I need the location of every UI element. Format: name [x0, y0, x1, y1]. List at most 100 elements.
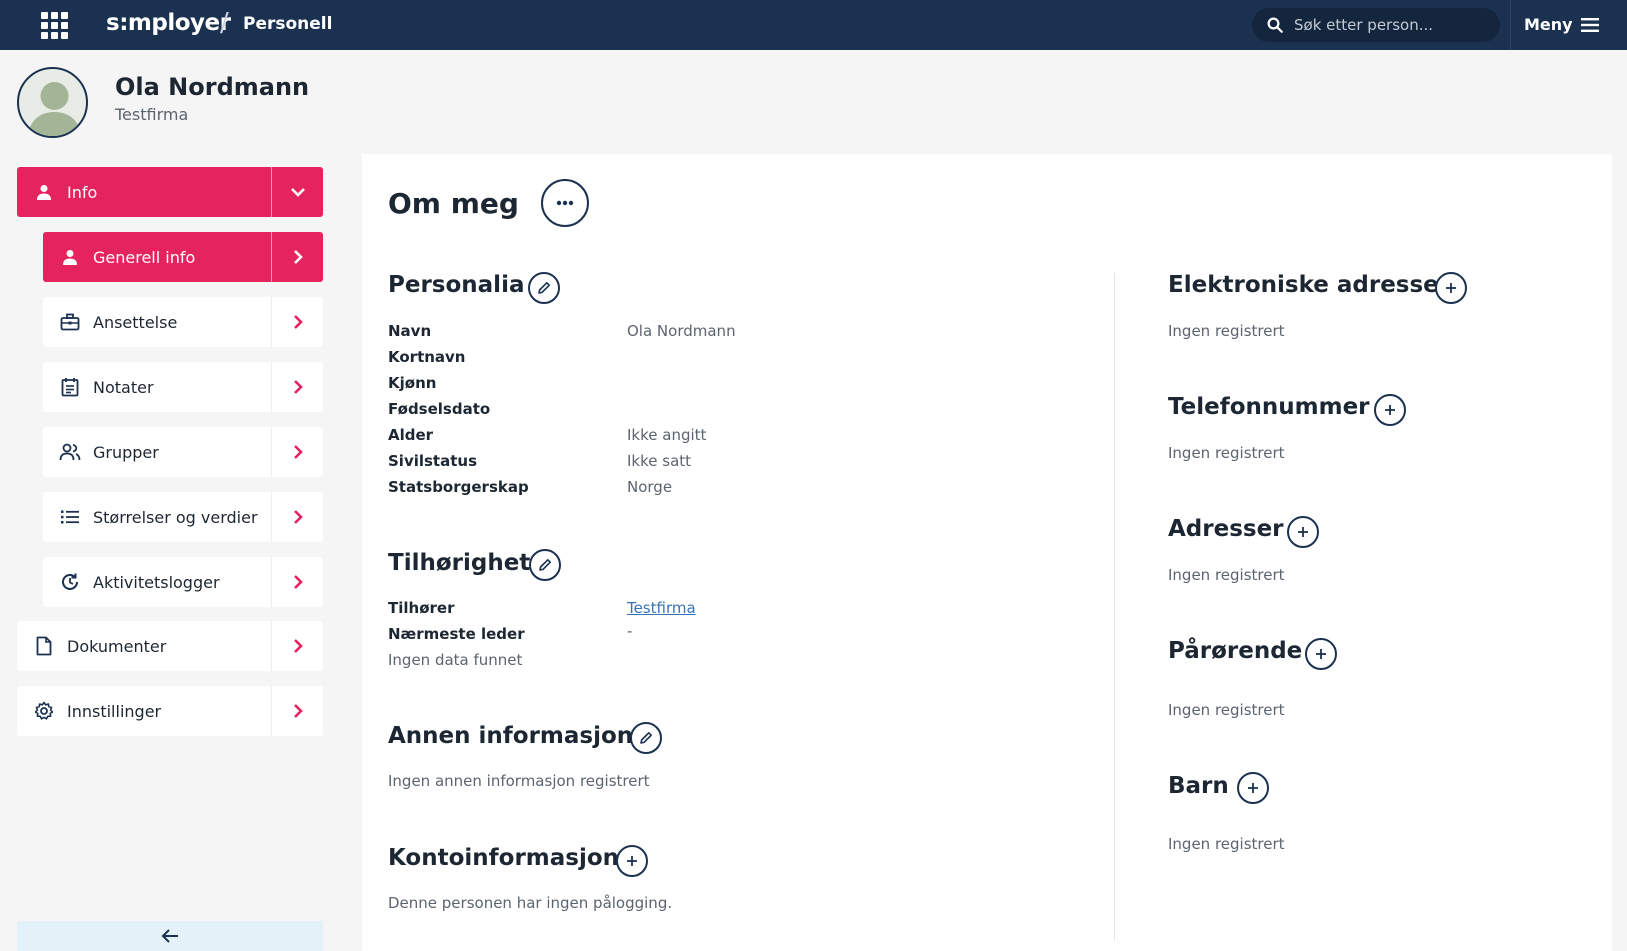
- person-search[interactable]: [1252, 8, 1500, 42]
- search-icon: [1267, 17, 1283, 33]
- field-value: Ikke satt: [627, 452, 692, 470]
- plus-icon: [1446, 283, 1456, 293]
- edit-annen-informasjon-button[interactable]: [630, 722, 662, 754]
- arrow-left-icon: [161, 929, 178, 943]
- field-value: -: [627, 622, 633, 640]
- sidebar-item-label: Info: [67, 182, 98, 202]
- menu-button[interactable]: Meny: [1524, 15, 1599, 34]
- sidebar-item-info[interactable]: Info: [17, 167, 323, 217]
- sidebar-item-label: Dokumenter: [67, 636, 167, 656]
- sidebar-item-grupper[interactable]: Grupper: [43, 427, 323, 477]
- collapse-sidebar-button[interactable]: [17, 921, 323, 951]
- sidebar-item-ansettelse[interactable]: Ansettelse: [43, 297, 323, 347]
- edit-tilhorighet-button[interactable]: [529, 549, 561, 581]
- section-title-elektroniske-adresser: Elektroniske adresser: [1168, 272, 1451, 298]
- add-kontoinformasjon-button[interactable]: [616, 845, 648, 877]
- field-label: Kortnavn: [388, 348, 466, 366]
- more-icon: [556, 200, 574, 206]
- pencil-icon: [640, 732, 652, 744]
- empty-message: Ingen annen informasjon registrert: [388, 772, 650, 790]
- add-parorende-button[interactable]: [1305, 638, 1337, 670]
- chevron-down-icon[interactable]: [271, 167, 323, 217]
- plus-icon: [1298, 527, 1308, 537]
- field-label: Fødselsdato: [388, 400, 491, 418]
- search-input[interactable]: [1294, 16, 1484, 34]
- sidebar-item-label: Størrelser og verdier: [93, 507, 258, 527]
- add-telefonnummer-button[interactable]: [1374, 394, 1406, 426]
- section-title-annen-informasjon: Annen informasjon: [388, 723, 634, 749]
- app-launcher-icon[interactable]: [40, 11, 68, 39]
- field-label: Tilhører: [388, 599, 455, 617]
- chevron-right-icon[interactable]: [271, 232, 323, 282]
- chevron-right-icon[interactable]: [271, 297, 323, 347]
- chevron-right-icon[interactable]: [271, 427, 323, 477]
- edit-personalia-button[interactable]: [528, 272, 560, 304]
- list-icon: [57, 509, 83, 525]
- field-label: Statsborgerskap: [388, 478, 529, 496]
- history-icon: [57, 572, 83, 592]
- plus-icon: [1316, 649, 1326, 659]
- sidebar-item-storrelser[interactable]: Størrelser og verdier: [43, 492, 323, 542]
- field-label: Navn: [388, 322, 432, 340]
- section-title-barn: Barn: [1168, 773, 1229, 799]
- pencil-icon: [538, 282, 550, 294]
- chevron-right-icon[interactable]: [271, 362, 323, 412]
- person-company: Testfirma: [115, 105, 189, 124]
- notes-icon: [57, 377, 83, 397]
- add-adresse-button[interactable]: [1287, 516, 1319, 548]
- sidebar-item-aktivitetslogger[interactable]: Aktivitetslogger: [43, 557, 323, 607]
- page-title: Om meg: [388, 187, 519, 220]
- sidebar-item-notater[interactable]: Notater: [43, 362, 323, 412]
- company-link[interactable]: Testfirma: [627, 599, 696, 617]
- empty-message: Ingen registrert: [1168, 444, 1285, 462]
- topbar-divider: [1510, 0, 1511, 50]
- sidebar-item-label: Innstillinger: [67, 701, 162, 721]
- sidebar-item-label: Ansettelse: [93, 312, 178, 332]
- briefcase-icon: [57, 313, 83, 331]
- field-value: Ikke angitt: [627, 426, 707, 444]
- avatar: [17, 67, 88, 138]
- more-options-button[interactable]: [541, 179, 589, 227]
- group-icon: [57, 443, 83, 461]
- hamburger-icon: [1580, 17, 1599, 32]
- person-name: Ola Nordmann: [115, 73, 310, 101]
- breadcrumb-separator: /: [220, 8, 229, 38]
- chevron-right-icon[interactable]: [271, 492, 323, 542]
- person-icon: [31, 184, 57, 200]
- sidebar-item-label: Grupper: [93, 442, 159, 462]
- module-title[interactable]: Personell: [243, 14, 332, 34]
- chevron-right-icon[interactable]: [271, 686, 323, 736]
- chevron-right-icon[interactable]: [271, 557, 323, 607]
- brand-logo[interactable]: s:mployer: [106, 10, 231, 36]
- sidebar-item-generell-info[interactable]: Generell info: [43, 232, 323, 282]
- field-label: Alder: [388, 426, 434, 444]
- field-value: Ola Nordmann: [627, 322, 736, 340]
- pencil-icon: [539, 559, 551, 571]
- empty-message: Ingen registrert: [1168, 322, 1285, 340]
- sidebar-item-label: Generell info: [93, 247, 196, 267]
- empty-message: Ingen registrert: [1168, 701, 1285, 719]
- person-icon: [57, 249, 83, 265]
- plus-icon: [627, 856, 637, 866]
- section-title-tilhorighet: Tilhørighet: [388, 550, 531, 576]
- sidebar-item-label: Aktivitetslogger: [93, 572, 220, 592]
- empty-message: Ingen registrert: [1168, 566, 1285, 584]
- document-icon: [31, 636, 57, 656]
- section-title-parorende: Pårørende: [1168, 638, 1303, 664]
- column-divider: [1114, 273, 1115, 941]
- settings-icon: [31, 701, 57, 721]
- chevron-right-icon[interactable]: [271, 621, 323, 671]
- field-value: Norge: [627, 478, 673, 496]
- add-elektronisk-adresse-button[interactable]: [1435, 272, 1467, 304]
- section-title-kontoinformasjon: Kontoinformasjon: [388, 845, 620, 871]
- add-barn-button[interactable]: [1237, 772, 1269, 804]
- section-title-personalia: Personalia: [388, 272, 525, 298]
- sidebar-item-innstillinger[interactable]: Innstillinger: [17, 686, 323, 736]
- sidebar-item-dokumenter[interactable]: Dokumenter: [17, 621, 323, 671]
- top-bar: s:mployer / Personell Meny: [0, 0, 1627, 50]
- section-title-adresser: Adresser: [1168, 516, 1284, 542]
- empty-message: Denne personen har ingen pålogging.: [388, 894, 673, 912]
- empty-message: Ingen registrert: [1168, 835, 1285, 853]
- field-label: Kjønn: [388, 374, 437, 392]
- field-label: Sivilstatus: [388, 452, 478, 470]
